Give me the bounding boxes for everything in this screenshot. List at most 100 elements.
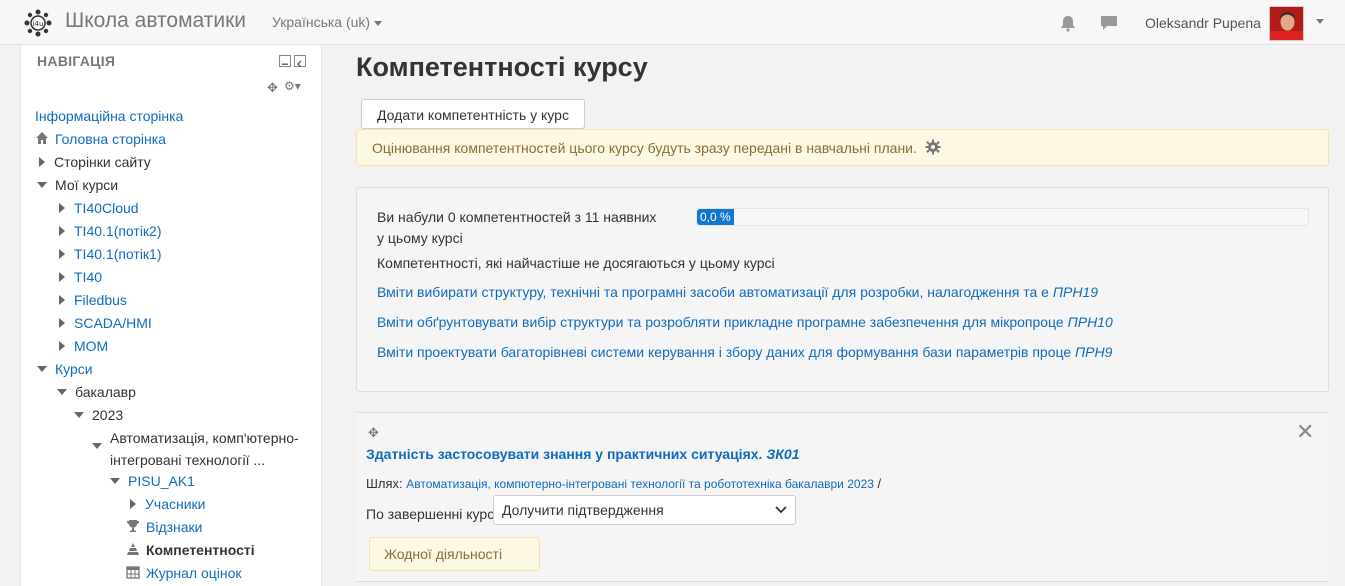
path-label: Шлях: <box>366 476 403 491</box>
sidebar-item-my-courses[interactable]: Мої курси <box>37 175 118 195</box>
collapse-icon <box>37 366 47 373</box>
sidebar-item-label: TI40.1(потік2) <box>74 223 162 239</box>
sidebar-item-category[interactable]: 2023 <box>74 405 123 425</box>
collapse-icon <box>37 182 47 189</box>
sidebar-item-site-pages[interactable]: Сторінки сайту <box>39 152 151 172</box>
sidebar-item-label: інтегровані технології ... <box>110 452 266 468</box>
collapse-icon <box>74 412 84 419</box>
expand-icon <box>59 341 65 352</box>
expand-icon <box>130 499 136 510</box>
navigation-block: НАВІГАЦІЯ ✥ ⚙▾ Інформаційна сторінка Гол… <box>20 45 322 586</box>
svg-text:i4u: i4u <box>33 20 44 28</box>
site-logo-icon[interactable]: i4u <box>24 9 52 37</box>
expand-icon <box>59 226 65 237</box>
competency-code: ПРН19 <box>1052 284 1099 300</box>
language-label: Українська (uk) <box>272 14 371 30</box>
sidebar-item-course[interactable]: Filedbus <box>59 290 127 310</box>
completion-label: По завершенні курсу: <box>366 506 506 522</box>
gear-icon[interactable]: ⚙▾ <box>284 79 301 93</box>
page-title: Компетентності курсу <box>356 52 648 82</box>
expand-icon <box>59 318 65 329</box>
sidebar-item-label: Головна сторінка <box>55 131 166 147</box>
sidebar-item-course[interactable]: TI40Cloud <box>59 198 139 218</box>
completion-rule-select[interactable]: Долучити підтвердження <box>493 495 796 525</box>
expand-icon <box>59 203 65 214</box>
competency-title-link[interactable]: Здатність застосовувати знання у практич… <box>366 446 800 462</box>
sidebar-item-course[interactable]: TI40 <box>59 267 102 287</box>
competency-card: ✥ ✕ Здатність застосовувати знання у пра… <box>356 412 1329 582</box>
home-icon <box>36 132 48 145</box>
sidebar-item-gradebook[interactable]: Журнал оцінок <box>126 563 242 583</box>
competency-title: Здатність застосовувати знання у практич… <box>366 446 763 462</box>
sidebar-item-course[interactable]: TI40.1(потік2) <box>59 221 162 241</box>
sidebar-item-course[interactable]: SCADA/HMI <box>59 313 152 333</box>
sidebar-item-badges[interactable]: Відзнаки <box>126 517 203 537</box>
collapse-icon <box>110 478 120 485</box>
competency-link-text: Вміти вибирати структуру, технічні та пр… <box>377 284 1049 300</box>
expand-icon <box>39 157 45 168</box>
competency-code: ПРН10 <box>1067 314 1113 330</box>
expand-icon <box>59 295 65 306</box>
sidebar-item-label: SCADA/HMI <box>74 315 152 331</box>
sidebar-item-label: Учасники <box>145 496 206 512</box>
language-menu[interactable]: Українська (uk) <box>272 14 383 30</box>
move-icon[interactable]: ✥ <box>368 425 379 441</box>
progress-bar: 0,0 % <box>696 208 1309 226</box>
progress-text-line2: у цьому курсі <box>377 230 463 246</box>
notice-text: Оцінювання компетентностей цього курсу б… <box>372 140 917 156</box>
add-competency-button[interactable]: Додати компетентність у курс <box>361 99 585 129</box>
sidebar-item-category[interactable]: бакалавр <box>57 382 136 402</box>
sidebar-item-participants[interactable]: Учасники <box>130 494 205 514</box>
collapse-block-icon[interactable] <box>279 55 291 67</box>
collapse-icon <box>92 443 102 449</box>
info-notice: Оцінювання компетентностей цього курсу б… <box>356 129 1329 166</box>
sidebar-item-course[interactable]: MOM <box>59 336 108 356</box>
sidebar-item-label: PISU_AK1 <box>128 473 195 489</box>
progress-label: 0,0 % <box>700 210 731 224</box>
sidebar-item-courses[interactable]: Курси <box>37 359 93 379</box>
sidebar-item-label: 2023 <box>92 407 124 423</box>
trophy-icon <box>127 520 139 533</box>
progress-text-line1: Ви набули 0 компетентностей з 11 наявних <box>377 209 657 225</box>
chevron-down-icon <box>775 506 787 514</box>
sidebar-item-label: TI40 <box>74 269 103 285</box>
sidebar-item-label: Курси <box>55 361 93 377</box>
move-icon[interactable]: ✥ <box>267 80 278 96</box>
sidebar-item-info-page[interactable]: Інформаційна сторінка <box>35 106 183 126</box>
competency-code: ПРН9 <box>1075 344 1113 360</box>
collapse-icon <box>57 389 67 396</box>
top-navbar: i4u Школа автоматики Українська (uk) Ole… <box>0 0 1345 45</box>
competency-icon <box>127 543 139 556</box>
competency-link[interactable]: Вміти обґрунтовувати вибір структури та … <box>377 314 1113 330</box>
user-name[interactable]: Oleksandr Pupena <box>1145 15 1261 31</box>
avatar[interactable] <box>1269 6 1304 41</box>
block-title: НАВІГАЦІЯ <box>37 53 116 69</box>
sidebar-item-label: TI40.1(потік1) <box>74 246 162 262</box>
most-missed-heading: Компетентності, які найчастіше не досяга… <box>377 255 775 271</box>
bell-icon[interactable] <box>1059 14 1077 32</box>
dock-block-icon[interactable] <box>294 55 306 68</box>
sidebar-item-current-course[interactable]: PISU_AK1 <box>110 471 195 491</box>
sidebar-item-label: Відзнаки <box>146 519 203 535</box>
sidebar-item-label: Filedbus <box>74 292 127 308</box>
sidebar-item-label: TI40Cloud <box>74 200 139 216</box>
table-icon <box>126 566 140 579</box>
progress-bar-fill: 0,0 % <box>697 209 734 225</box>
user-menu-chevron-icon[interactable] <box>1316 19 1324 24</box>
delete-icon[interactable]: ✕ <box>1296 421 1314 443</box>
sidebar-item-label: Журнал оцінок <box>146 565 242 581</box>
expand-icon <box>59 272 65 283</box>
site-name[interactable]: Школа автоматики <box>65 9 246 33</box>
sidebar-item-competencies[interactable]: Компетентності <box>126 540 255 560</box>
chat-icon[interactable] <box>1099 14 1119 32</box>
chevron-down-icon <box>374 20 383 26</box>
competency-link[interactable]: Вміти вибирати структуру, технічні та пр… <box>377 284 1098 300</box>
sidebar-item-course[interactable]: TI40.1(потік1) <box>59 244 162 264</box>
competency-link-text: Вміти проектувати багаторівневі системи … <box>377 344 1072 360</box>
framework-link[interactable]: Автоматизація, компютерно-інтегровані те… <box>406 477 874 491</box>
competency-link[interactable]: Вміти проектувати багаторівневі системи … <box>377 344 1112 360</box>
gear-icon[interactable] <box>925 139 941 155</box>
sidebar-item-home[interactable]: Головна сторінка <box>35 129 166 149</box>
sidebar-item-label: Компетентності <box>146 542 255 558</box>
path-row: Шлях: Автоматизація, компютерно-інтегров… <box>366 476 881 491</box>
